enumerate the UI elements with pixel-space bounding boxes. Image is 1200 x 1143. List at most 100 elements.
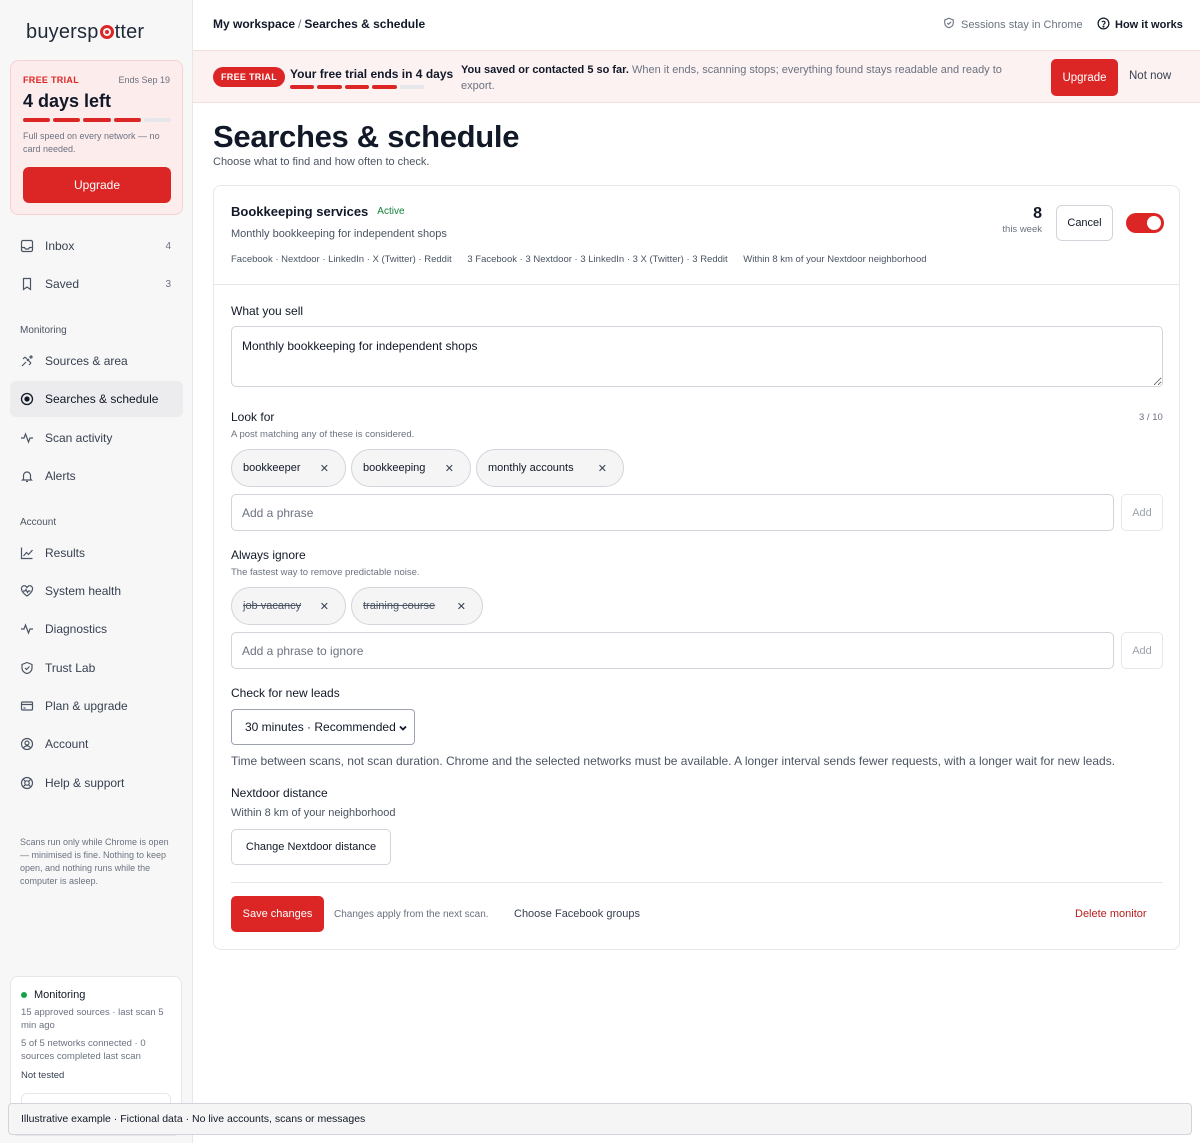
sidebar-item-results[interactable]: Results: [10, 535, 183, 571]
sidebar-item-label: Results: [45, 546, 86, 560]
activity-icon: [20, 622, 34, 636]
sidebar-item-plan-upgrade[interactable]: Plan & upgrade: [10, 688, 183, 724]
look-for-hint: A post matching any of these is consider…: [231, 429, 415, 440]
check-interval-select[interactable]: 30 minutes · Recommended: [231, 709, 415, 745]
monitor-name: Bookkeeping services: [231, 204, 369, 219]
check-interval-label: Check for new leads: [231, 686, 340, 700]
user-circle-icon: [20, 737, 34, 751]
sidebar-item-label: Account: [45, 737, 89, 751]
always-ignore-label: Always ignore: [231, 548, 306, 562]
progress-segment: [53, 118, 81, 122]
illustrative-footer: Illustrative example · Fictional data · …: [8, 1103, 1192, 1135]
progress-segment: [290, 85, 315, 89]
sidebar-item-help-support[interactable]: Help & support: [10, 765, 183, 801]
add-phrase-input[interactable]: [231, 494, 1114, 531]
breadcrumb-current: Searches & schedule: [304, 17, 426, 31]
sidebar-item-system-health[interactable]: System health: [10, 573, 183, 609]
change-nextdoor-distance-button[interactable]: Change Nextdoor distance: [231, 829, 391, 865]
monitoring-sources-line: 15 approved sources · last scan 5 min ag…: [21, 1007, 164, 1031]
sidebar-item-label: Help & support: [45, 776, 125, 790]
sidebar-item-alerts[interactable]: Alerts: [10, 458, 183, 494]
banner-not-now-button[interactable]: Not now: [1129, 70, 1171, 82]
sidebar-upgrade-button[interactable]: Upgrade: [23, 167, 171, 203]
banner-message: You saved or contacted 5 so far. When it…: [461, 64, 1002, 92]
monitor-card: Bookkeeping services Active Monthly book…: [213, 185, 1180, 950]
sidebar-item-label: Alerts: [45, 469, 76, 483]
progress-segment: [83, 118, 111, 122]
add-phrase-button[interactable]: Add: [1121, 494, 1163, 531]
look-for-label: Look for: [231, 410, 275, 424]
sidebar-item-sources-area[interactable]: Sources & area: [10, 343, 183, 379]
shield-check-icon: [943, 17, 955, 32]
monitoring-status-title: Monitoring: [21, 989, 85, 1001]
trial-tag: FREE TRIAL: [23, 75, 79, 85]
page-subtitle: Choose what to find and how often to che…: [213, 156, 430, 168]
breadcrumb: My workspace / Searches & schedule: [213, 17, 426, 31]
look-for-chip: bookkeeping ✕: [351, 449, 471, 487]
always-ignore-hint: The fastest way to remove predictable no…: [231, 567, 420, 578]
progress-segment: [372, 85, 397, 89]
remove-chip-icon[interactable]: ✕: [445, 462, 454, 475]
add-ignore-button[interactable]: Add: [1121, 632, 1163, 669]
how-it-works-link[interactable]: How it works: [1097, 17, 1183, 33]
card-icon: [20, 699, 34, 713]
progress-segment: [23, 118, 51, 122]
remove-chip-icon[interactable]: ✕: [320, 462, 329, 475]
sidebar-item-label: Inbox: [45, 239, 75, 253]
remove-chip-icon[interactable]: ✕: [598, 462, 607, 475]
check-interval-value: 30 minutes · Recommended: [245, 720, 396, 734]
chrome-note: Scans run only while Chrome is open — mi…: [20, 837, 169, 886]
monitoring-networks-line: 5 of 5 networks connected · 0 sources co…: [21, 1038, 146, 1062]
monitoring-test-status: Not tested: [21, 1070, 65, 1081]
divider: [231, 882, 1163, 883]
logo-target-mark: [99, 25, 114, 39]
help-circle-icon: [1097, 17, 1110, 33]
status-dot-icon: [21, 992, 27, 998]
delete-monitor-button[interactable]: Delete monitor: [1075, 908, 1147, 920]
shield-icon: [20, 661, 34, 675]
what-you-sell-textarea[interactable]: Monthly bookkeeping for independent shop…: [231, 326, 1163, 387]
sidebar-item-searches-schedule[interactable]: Searches & schedule: [10, 381, 183, 417]
sidebar-item-scan-activity[interactable]: Scan activity: [10, 420, 183, 456]
lifebuoy-icon: [20, 776, 34, 790]
pulse-icon: [20, 431, 34, 445]
remove-chip-icon[interactable]: ✕: [457, 600, 466, 613]
check-interval-help: Time between scans, not scan duration. C…: [231, 754, 1116, 768]
chevron-down-icon: [398, 722, 408, 736]
sidebar-item-inbox[interactable]: Inbox 4: [10, 228, 183, 264]
sidebar-item-trust-lab[interactable]: Trust Lab: [10, 650, 183, 686]
sidebar-item-diagnostics[interactable]: Diagnostics: [10, 611, 183, 647]
sidebar-item-saved[interactable]: Saved 3: [10, 266, 183, 302]
cancel-button[interactable]: Cancel: [1056, 205, 1113, 241]
progress-segment: [399, 85, 425, 89]
sidebar-item-account[interactable]: Account: [10, 726, 183, 762]
divider: [214, 284, 1179, 285]
saved-count: 3: [165, 278, 171, 290]
monitor-title: Bookkeeping services Active: [231, 204, 405, 219]
bookmark-icon: [20, 277, 34, 291]
banner-upgrade-button[interactable]: Upgrade: [1051, 59, 1118, 96]
satellite-icon: [20, 354, 34, 368]
breadcrumb-root[interactable]: My workspace: [213, 17, 295, 31]
sidebar-item-label: Scan activity: [45, 431, 113, 445]
progress-segment: [143, 118, 172, 122]
remove-chip-icon[interactable]: ✕: [320, 600, 329, 613]
inbox-count: 4: [165, 240, 171, 252]
nextdoor-distance-value: Within 8 km of your neighborhood: [231, 807, 396, 819]
monitor-meta: Facebook · Nextdoor · LinkedIn · X (Twit…: [231, 254, 940, 265]
look-for-chip: bookkeeper ✕: [231, 449, 346, 487]
logo[interactable]: buyersp tter: [26, 21, 144, 44]
sidebar: buyersp tter FREE TRIAL Ends Sep 19 4 day…: [0, 0, 193, 1143]
add-ignore-input[interactable]: [231, 632, 1114, 669]
choose-facebook-groups-link[interactable]: Choose Facebook groups: [514, 908, 640, 920]
progress-segment: [317, 85, 342, 89]
monitor-enabled-toggle[interactable]: [1126, 213, 1164, 233]
monitor-networks: Facebook · Nextdoor · LinkedIn · X (Twit…: [231, 254, 452, 265]
trial-ends: Ends Sep 19: [118, 75, 170, 85]
look-for-chip: monthly accounts ✕: [476, 449, 624, 487]
trial-note: Full speed on every network — no card ne…: [23, 131, 160, 154]
page-title: Searches & schedule: [213, 119, 520, 154]
nextdoor-distance-label: Nextdoor distance: [231, 786, 328, 800]
account-section-label: Account: [20, 517, 57, 528]
save-changes-button[interactable]: Save changes: [231, 896, 324, 932]
